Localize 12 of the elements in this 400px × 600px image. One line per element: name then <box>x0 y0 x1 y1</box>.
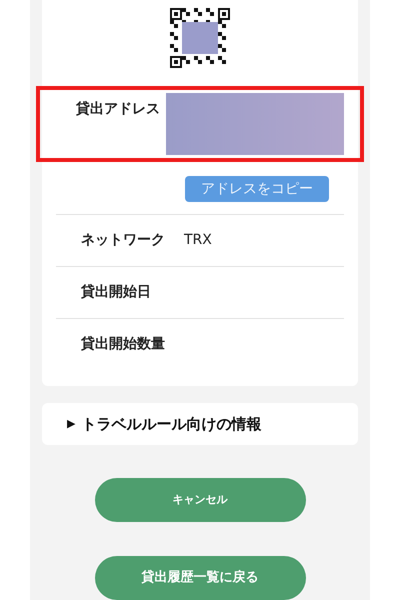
cancel-button[interactable]: キャンセル <box>94 478 306 522</box>
travel-rule-toggle[interactable]: ▶ トラベルルール向けの情報 <box>42 403 358 445</box>
back-button[interactable]: 貸出履歴一覧に戻る <box>94 556 306 600</box>
disclosure-marker: ▶ <box>67 416 76 432</box>
row-label: ネットワーク <box>81 231 166 250</box>
copy-address-button[interactable]: アドレスをコピー <box>185 176 329 202</box>
row-label: 貸出開始日 <box>81 282 152 302</box>
address-label: 貸出アドレス <box>75 100 161 119</box>
row-value: TRX <box>184 231 212 250</box>
row-label: 貸出開始数量 <box>81 334 166 354</box>
qr-code <box>170 8 230 68</box>
section-title: トラベルルール向けの情報 <box>81 414 262 435</box>
